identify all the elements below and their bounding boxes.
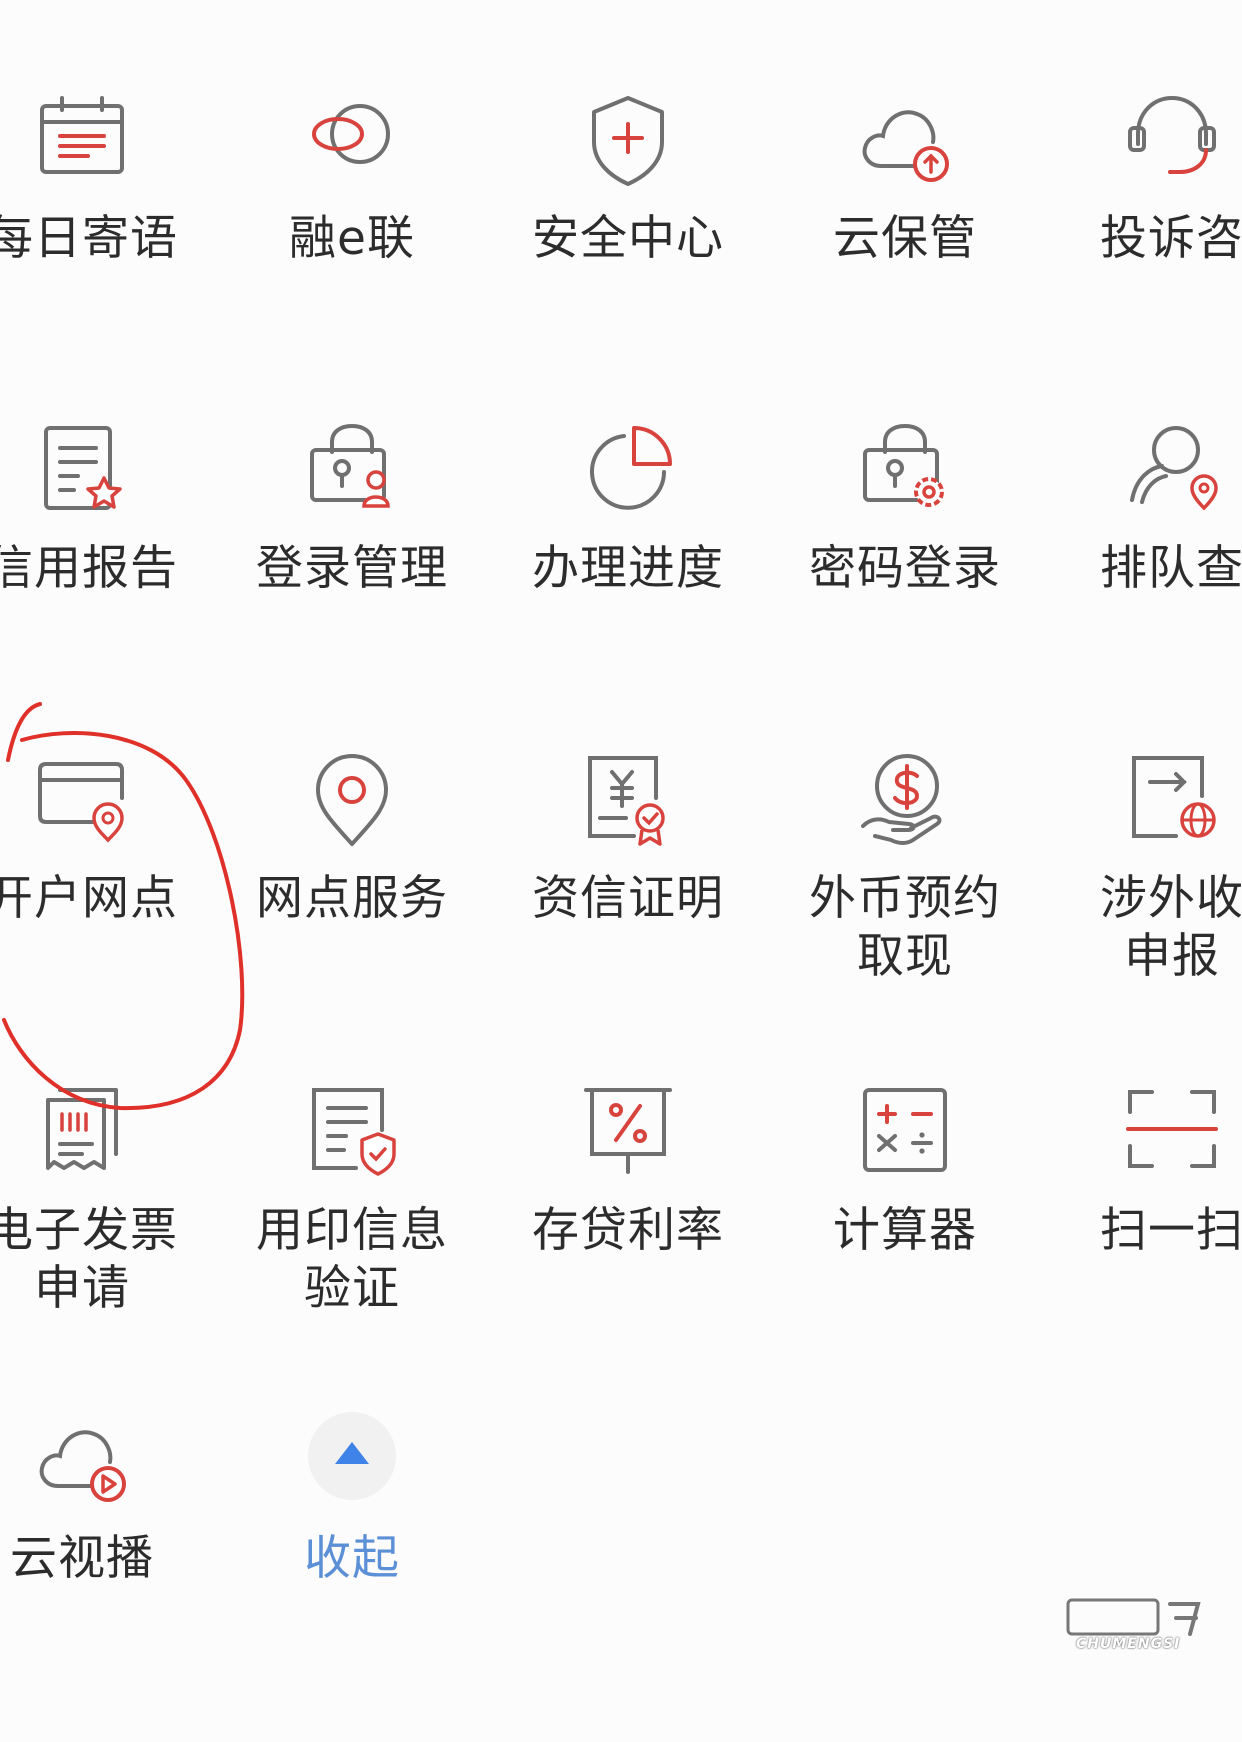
tile-cloud-broadcast[interactable]: 云视播	[0, 1412, 202, 1742]
percent-board-icon	[578, 1084, 678, 1184]
map-pin-icon	[302, 752, 402, 852]
tile-label: 涉外收 申报	[1100, 871, 1242, 984]
headset-icon	[1122, 92, 1222, 192]
tile-label: 用印信息 验证	[256, 1203, 448, 1316]
watermark-logo: CHUMENGSI	[1058, 1594, 1228, 1654]
tile-cloud-storage[interactable]: 云保管	[785, 92, 1025, 422]
card-location-icon	[32, 752, 132, 852]
tile-label: 外币预约 取现	[809, 871, 1001, 984]
person-location-icon	[1122, 422, 1222, 522]
tile-label: 排队查	[1100, 541, 1242, 596]
tile-credit-report[interactable]: 信用报告	[0, 422, 202, 752]
yuan-certificate-icon	[578, 752, 678, 852]
tile-label: 网点服务	[256, 871, 448, 926]
tile-queue-query[interactable]: 排队查	[1052, 422, 1242, 752]
tile-daily-message[interactable]: 每日寄语	[0, 92, 202, 422]
collapse-arrow-icon	[302, 1412, 402, 1512]
cloud-upload-icon	[855, 92, 955, 192]
tile-interest-rates[interactable]: 存贷利率	[508, 1084, 748, 1414]
tile-account-branch[interactable]: 开户网点	[0, 752, 202, 1082]
tile-label: 资信证明	[532, 871, 724, 926]
tile-label: 融e联	[289, 211, 415, 266]
lock-gear-icon	[855, 422, 955, 522]
tile-rong-e-lian[interactable]: 融e联	[232, 92, 472, 422]
document-globe-icon	[1122, 752, 1222, 852]
linked-circles-icon	[302, 92, 402, 192]
tile-label: 每日寄语	[0, 211, 178, 266]
shield-plus-icon	[578, 92, 678, 192]
tile-scan[interactable]: 扫一扫	[1052, 1084, 1242, 1414]
lock-user-icon	[302, 422, 402, 522]
tile-foreign-currency-withdrawal[interactable]: 外币预约 取现	[785, 752, 1025, 1082]
tile-complaint[interactable]: 投诉咨	[1052, 92, 1242, 422]
tile-label: 投诉咨	[1100, 211, 1242, 266]
tile-security-center[interactable]: 安全中心	[508, 92, 748, 422]
tile-password-login[interactable]: 密码登录	[785, 422, 1025, 752]
tile-progress[interactable]: 办理进度	[508, 422, 748, 752]
calculator-icon	[855, 1084, 955, 1184]
tile-label: 云视播	[10, 1531, 154, 1586]
tile-branch-service[interactable]: 网点服务	[232, 752, 472, 1082]
pie-progress-icon	[578, 422, 678, 522]
service-grid: 每日寄语 融e联 安全中心 云保管 投诉咨 信用报告 登录管理 办理进度 密码登…	[0, 0, 1242, 1660]
tile-label: 开户网点	[0, 871, 178, 926]
tile-label: 云保管	[833, 211, 977, 266]
tile-label: 安全中心	[532, 211, 724, 266]
scan-icon	[1122, 1084, 1222, 1184]
tile-label: 扫一扫	[1100, 1203, 1242, 1258]
tile-label: 信用报告	[0, 541, 178, 596]
tile-foreign-income-declaration[interactable]: 涉外收 申报	[1052, 752, 1242, 1082]
tile-credit-certificate[interactable]: 资信证明	[508, 752, 748, 1082]
tile-label: 密码登录	[809, 541, 1001, 596]
tile-collapse[interactable]: 收起	[232, 1412, 472, 1742]
tile-e-invoice[interactable]: 电子发票 申请	[0, 1084, 202, 1414]
invoice-icon	[32, 1084, 132, 1184]
tile-label: 计算器	[833, 1203, 977, 1258]
calendar-icon	[32, 92, 132, 192]
tile-calculator[interactable]: 计算器	[785, 1084, 1025, 1414]
tile-label: 收起	[304, 1531, 400, 1586]
tile-label: 存贷利率	[532, 1203, 724, 1258]
watermark-text: CHUMENGSI	[1076, 1636, 1181, 1652]
cloud-play-icon	[32, 1412, 132, 1512]
dollar-hand-icon	[855, 752, 955, 852]
tile-label: 电子发票 申请	[0, 1203, 178, 1316]
tile-label: 登录管理	[256, 541, 448, 596]
document-star-icon	[32, 422, 132, 522]
tile-login-management[interactable]: 登录管理	[232, 422, 472, 752]
document-seal-icon	[302, 1084, 402, 1184]
tile-seal-verification[interactable]: 用印信息 验证	[232, 1084, 472, 1414]
tile-label: 办理进度	[532, 541, 724, 596]
